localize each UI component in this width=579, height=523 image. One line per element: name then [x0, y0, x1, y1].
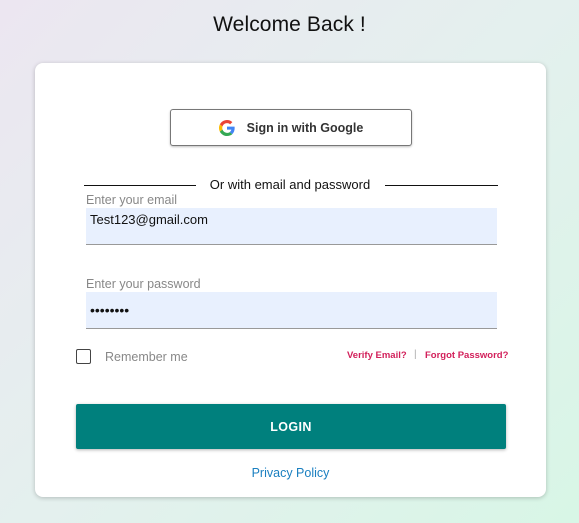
google-signin-button[interactable]: Sign in with Google	[170, 109, 412, 146]
privacy-policy-link[interactable]: Privacy Policy	[35, 466, 546, 480]
divider-line-right	[385, 185, 498, 186]
email-label: Enter your email	[86, 193, 178, 207]
login-button[interactable]: LOGIN	[76, 404, 506, 449]
remember-me-checkbox[interactable]	[76, 349, 91, 364]
email-input[interactable]	[86, 208, 497, 245]
links-separator: |	[414, 349, 417, 360]
login-card: Sign in with Google Or with email and pa…	[35, 63, 546, 497]
password-input[interactable]	[86, 292, 497, 329]
password-label: Enter your password	[86, 277, 201, 291]
remember-me-label: Remember me	[105, 350, 188, 364]
verify-email-link[interactable]: Verify Email?	[347, 350, 407, 361]
forgot-password-link[interactable]: Forgot Password?	[425, 350, 508, 361]
divider-text: Or with email and password	[209, 177, 371, 192]
page-title: Welcome Back !	[213, 13, 366, 36]
google-signin-label: Sign in with Google	[246, 120, 364, 135]
google-logo-icon	[218, 119, 235, 136]
divider-line-left	[84, 185, 196, 186]
